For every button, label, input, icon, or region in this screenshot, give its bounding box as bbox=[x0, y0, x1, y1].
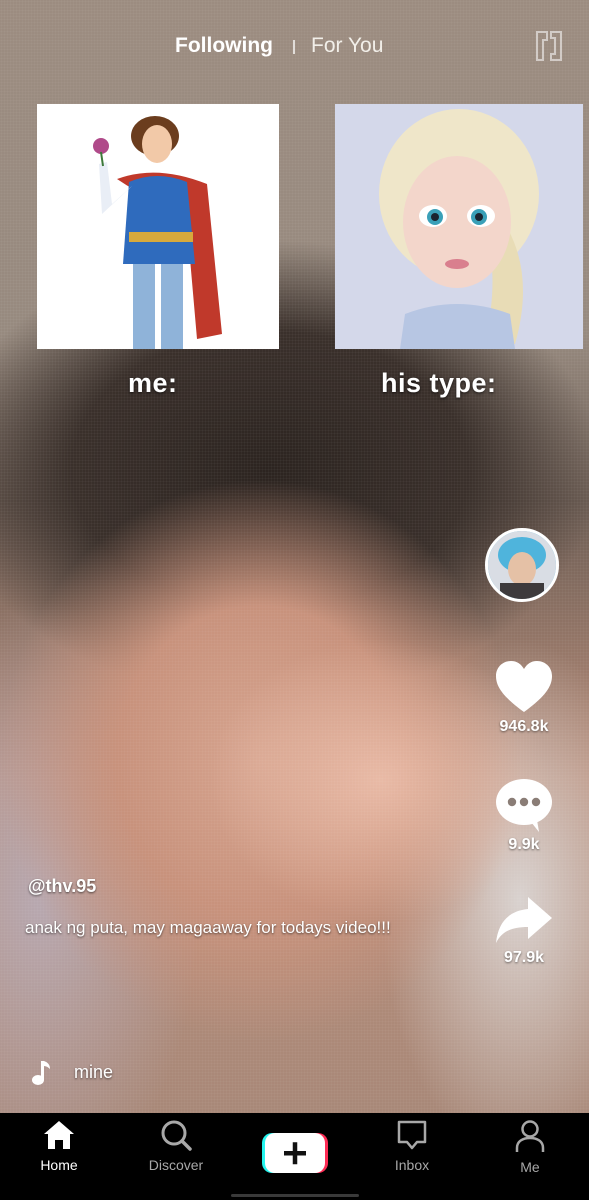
meme-image-ice-queen bbox=[335, 104, 583, 349]
like-action[interactable]: 946.8k bbox=[484, 660, 564, 736]
share-count: 97.9k bbox=[503, 949, 545, 966]
nav-home-label: Home bbox=[40, 1157, 78, 1173]
video-caption: anak ng puta, may magaaway for todays vi… bbox=[25, 918, 391, 937]
nav-inbox[interactable]: Inbox bbox=[362, 1119, 462, 1173]
sound-name[interactable]: mine bbox=[74, 1062, 113, 1083]
nav-inbox-label: Inbox bbox=[394, 1157, 430, 1173]
tab-following[interactable]: Following bbox=[175, 34, 273, 58]
nav-home[interactable]: Home bbox=[9, 1119, 109, 1173]
plus-icon bbox=[262, 1133, 328, 1173]
comment-icon[interactable] bbox=[495, 778, 553, 832]
share-action[interactable]: 97.9k bbox=[484, 895, 564, 967]
tiktok-watermark-icon bbox=[536, 31, 562, 61]
search-icon bbox=[161, 1120, 192, 1151]
like-count: 946.8k bbox=[499, 718, 549, 735]
top-nav: Following For You bbox=[0, 30, 589, 66]
creator-avatar[interactable] bbox=[485, 528, 559, 602]
tab-divider bbox=[293, 40, 295, 54]
nav-discover[interactable]: Discover bbox=[126, 1119, 226, 1173]
inbox-icon bbox=[397, 1120, 427, 1150]
tab-for-you[interactable]: For You bbox=[311, 34, 383, 58]
nav-me[interactable]: Me bbox=[480, 1119, 580, 1175]
meme-label-his-type: his type: bbox=[381, 368, 497, 398]
creator-username[interactable]: @thv.95 bbox=[28, 876, 96, 897]
comment-action[interactable]: 9.9k bbox=[484, 778, 564, 854]
meme-image-prince bbox=[37, 104, 279, 349]
nav-me-label: Me bbox=[520, 1159, 540, 1175]
bottom-nav: Home Discover Inbox Me bbox=[0, 1113, 589, 1200]
meme-label-me: me: bbox=[128, 368, 178, 398]
nav-discover-label: Discover bbox=[148, 1157, 204, 1173]
person-icon bbox=[515, 1120, 545, 1152]
music-note-icon bbox=[32, 1061, 50, 1085]
heart-icon[interactable] bbox=[494, 660, 554, 714]
video-player[interactable]: Following For You me: his type: 946.8k 9… bbox=[0, 0, 589, 1113]
home-indicator bbox=[231, 1194, 359, 1197]
create-video-button[interactable] bbox=[262, 1133, 328, 1173]
share-icon[interactable] bbox=[494, 895, 554, 945]
home-icon bbox=[44, 1121, 74, 1149]
comment-count: 9.9k bbox=[508, 836, 540, 853]
